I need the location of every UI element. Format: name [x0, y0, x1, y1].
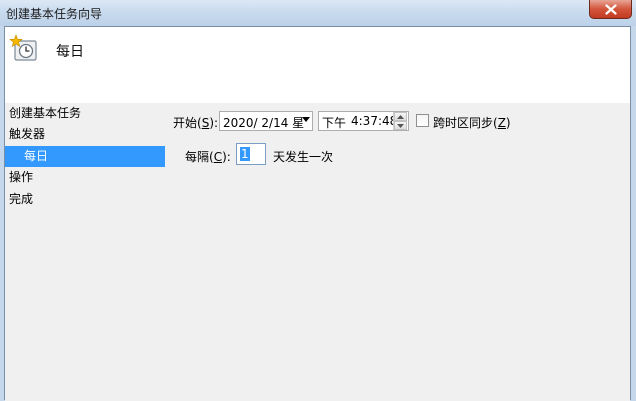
spin-down-button[interactable]: [394, 121, 407, 130]
recur-days-input[interactable]: 1: [236, 143, 266, 165]
recur-suffix: 天发生一次: [273, 150, 334, 164]
time-ampm: 下午: [322, 116, 347, 130]
close-button[interactable]: [589, 0, 632, 19]
step-daily[interactable]: 每日: [5, 146, 165, 167]
wizard-window: 每日 创建基本任务 触发器 每日 操作 完成 开始(S): 2020/ 2/14…: [4, 26, 631, 401]
sync-timezone-label[interactable]: 跨时区同步(Z): [433, 114, 511, 131]
close-icon: [604, 3, 617, 15]
spin-up-button[interactable]: [394, 112, 407, 121]
title-bar[interactable]: 创建基本任务向导: [0, 0, 636, 26]
start-date-value: 2020/ 2/14 星: [223, 116, 305, 130]
recur-label: 每隔(C):: [185, 150, 231, 164]
recur-days-value: 1: [240, 147, 250, 161]
chevron-down-icon[interactable]: [302, 117, 310, 122]
wizard-steps: 创建基本任务 触发器 每日 操作 完成: [5, 103, 165, 401]
time-spinner[interactable]: [393, 112, 407, 130]
arrow-down-icon: [397, 123, 404, 128]
daily-settings-panel: 开始(S): 2020/ 2/14 星 下午 4:37:48 跨时区同步(Z) …: [165, 103, 630, 401]
arrow-up-icon: [397, 114, 404, 119]
time-value: 4:37:48: [351, 114, 398, 128]
task-scheduler-clock-icon: [9, 34, 37, 61]
wizard-content: 创建基本任务 触发器 每日 操作 完成 开始(S): 2020/ 2/14 星 …: [5, 103, 630, 401]
step-trigger[interactable]: 触发器: [5, 124, 165, 145]
start-label: 开始(S):: [173, 116, 219, 130]
step-create-basic-task[interactable]: 创建基本任务: [5, 103, 165, 124]
wizard-header: 每日: [5, 27, 630, 104]
page-title: 每日: [56, 44, 84, 60]
window-title: 创建基本任务向导: [6, 7, 103, 21]
sync-timezone-checkbox[interactable]: [416, 114, 429, 127]
step-action[interactable]: 操作: [5, 167, 165, 188]
start-date-picker[interactable]: 2020/ 2/14 星: [219, 111, 313, 131]
step-finish[interactable]: 完成: [5, 189, 165, 210]
